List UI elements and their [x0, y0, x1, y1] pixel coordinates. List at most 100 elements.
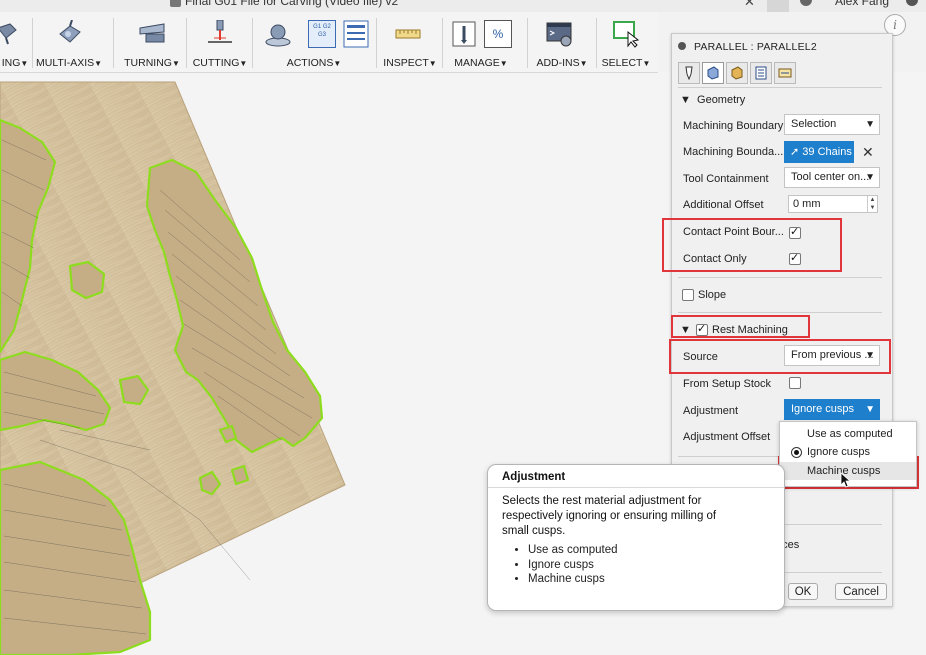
turning-icon — [139, 23, 165, 43]
slope-label: Slope — [698, 289, 727, 301]
group-label: ADD-INS — [536, 57, 580, 69]
menu-item-use-as-computed[interactable]: Use as computed — [780, 425, 916, 443]
heights-tab-icon — [731, 66, 743, 80]
ribbon-toolbar: ING▼ MULTI-AXIS▼ TURNING▼ CUTTING▼ G1 G2… — [0, 12, 658, 73]
toolbar-group-multi-axis[interactable]: MULTI-AXIS▼ — [36, 12, 102, 72]
boundary-selection-button[interactable]: ➚ 39 Chains — [784, 141, 854, 163]
tooltip-description: Selects the rest material adjustment for… — [502, 495, 717, 537]
measure-icon — [395, 29, 421, 39]
tooltip-bullet: Machine cusps — [528, 572, 618, 587]
group-label: MULTI-AXIS — [36, 57, 95, 69]
tool-containment-dropdown[interactable]: Tool center on... ▼ — [784, 167, 880, 188]
geometry-tab-icon — [707, 66, 719, 80]
post-process-icon: G1 G2 G3 — [308, 20, 336, 48]
clear-selection-icon[interactable]: ✕ — [862, 144, 874, 161]
chevron-down-icon: ▼ — [171, 59, 180, 68]
adjustment-dropdown[interactable]: Ignore cusps ▼ — [784, 399, 880, 420]
templates-icon: % — [484, 20, 512, 48]
title-strip: Final G01 File for Carving (Video file) … — [0, 0, 926, 12]
geometry-section-header[interactable]: ▼ Geometry — [680, 94, 745, 106]
toolbar-group-turning[interactable]: TURNING▼ — [122, 12, 182, 72]
ok-button[interactable]: OK — [788, 583, 818, 600]
new-tab-icon[interactable] — [767, 0, 789, 12]
document-icon — [170, 0, 181, 8]
tab-geometry[interactable] — [702, 62, 724, 84]
milling-icon — [0, 23, 17, 45]
chevron-down-icon: ▼ — [642, 59, 651, 68]
tab-tool[interactable] — [678, 62, 700, 84]
adjustment-label: Adjustment — [683, 405, 739, 417]
tooltip-bullets: Use as computed Ignore cusps Machine cus… — [502, 543, 618, 587]
linking-tab-icon — [778, 68, 792, 78]
from-setup-stock-label: From Setup Stock — [683, 378, 772, 390]
chevron-down-icon: ▼ — [239, 59, 248, 68]
group-label: TURNING — [124, 57, 172, 69]
user-name[interactable]: Alex Fang — [835, 0, 889, 8]
help-icon[interactable] — [906, 0, 918, 6]
chevron-down-icon: ▼ — [94, 59, 103, 68]
chevron-down-icon: ▼ — [865, 404, 875, 415]
dialog-title: PARALLEL : PARALLEL2 — [694, 41, 817, 53]
tooltip-bullet: Ignore cusps — [528, 558, 618, 573]
close-tab-icon[interactable]: ✕ — [744, 0, 755, 10]
additional-offset-label: Additional Offset — [683, 199, 764, 211]
pointer-icon: ➚ — [790, 146, 800, 158]
toolbar-group-inspect[interactable]: INSPECT▼ — [382, 12, 438, 72]
tab-linking[interactable] — [774, 62, 796, 84]
chevron-down-icon: ▼ — [579, 59, 588, 68]
group-label: INSPECT — [383, 57, 429, 69]
group-label: MANAGE — [454, 57, 500, 69]
collapse-dialog-icon[interactable] — [678, 42, 686, 50]
additional-offset-input[interactable]: 0 mm ▲ ▼ — [788, 195, 878, 213]
slope-checkbox[interactable] — [682, 289, 694, 301]
machining-boundary-label: Machining Boundary — [683, 120, 784, 132]
from-setup-stock-checkbox[interactable] — [789, 377, 801, 389]
highlight-box-source — [669, 339, 891, 374]
machining-boundary-dropdown[interactable]: Selection ▼ — [784, 114, 880, 135]
chevron-down-icon: ▼ — [333, 59, 342, 68]
chevron-down-icon: ▼ — [428, 59, 437, 68]
job-status-icon[interactable] — [800, 0, 812, 6]
toolbar-group-manage[interactable]: % MANAGE▼ — [446, 12, 516, 72]
toolbar-group-cutting[interactable]: CUTTING▼ — [192, 12, 248, 72]
adjustment-tooltip: Adjustment Selects the rest material adj… — [487, 464, 785, 611]
chevron-down-icon: ▼ — [865, 119, 875, 130]
multi-axis-icon — [59, 20, 81, 43]
select-icon — [613, 21, 640, 48]
dialog-header[interactable]: PARALLEL : PARALLEL2 — [672, 34, 892, 58]
simulate-icon — [265, 24, 291, 47]
adjustment-offset-label: Adjustment Offset — [683, 431, 771, 443]
group-label: ING — [1, 57, 21, 69]
group-label: SELECT — [601, 57, 643, 69]
group-label: CUTTING — [192, 57, 240, 69]
cancel-button[interactable]: Cancel — [835, 583, 887, 600]
highlight-box-rest-machining — [671, 315, 810, 338]
tooltip-bullet: Use as computed — [528, 543, 618, 558]
chevron-down-icon: ▼ — [865, 172, 875, 183]
scripts-icon — [546, 22, 572, 47]
passes-tab-icon — [755, 66, 767, 80]
tool-library-icon — [452, 21, 476, 47]
tooltip-title: Adjustment — [502, 471, 566, 483]
tab-passes[interactable] — [750, 62, 772, 84]
toolbar-group-milling[interactable]: ING▼ — [0, 12, 30, 72]
tool-containment-label: Tool Containment — [683, 173, 769, 185]
toolbar-group-add-ins[interactable]: ADD-INS▼ — [532, 12, 592, 72]
toolbar-group-select[interactable]: SELECT▼ — [600, 12, 652, 72]
group-label: ACTIONS — [286, 57, 334, 69]
selected-radio-icon — [791, 447, 802, 458]
chevron-down-icon: ▼ — [20, 59, 29, 68]
stepper-icon[interactable]: ▲ ▼ — [867, 196, 877, 212]
document-title[interactable]: Final G01 File for Carving (Video file) … — [170, 0, 398, 8]
tool-tab-icon — [685, 66, 693, 80]
toolbar-group-actions[interactable]: G1 G2 G3 ACTIONS▼ — [258, 12, 370, 72]
menu-item-ignore-cusps[interactable]: Ignore cusps — [780, 443, 916, 461]
highlight-box-contact — [662, 218, 842, 272]
tab-heights[interactable] — [726, 62, 748, 84]
mouse-cursor-icon — [840, 472, 852, 488]
cutting-icon — [208, 20, 232, 43]
chevron-down-icon: ▼ — [499, 59, 508, 68]
collapse-section-icon[interactable]: ▼ — [680, 94, 691, 106]
boundary-selection-label: Machining Bounda... — [683, 146, 784, 158]
setup-sheet-icon — [343, 20, 369, 48]
